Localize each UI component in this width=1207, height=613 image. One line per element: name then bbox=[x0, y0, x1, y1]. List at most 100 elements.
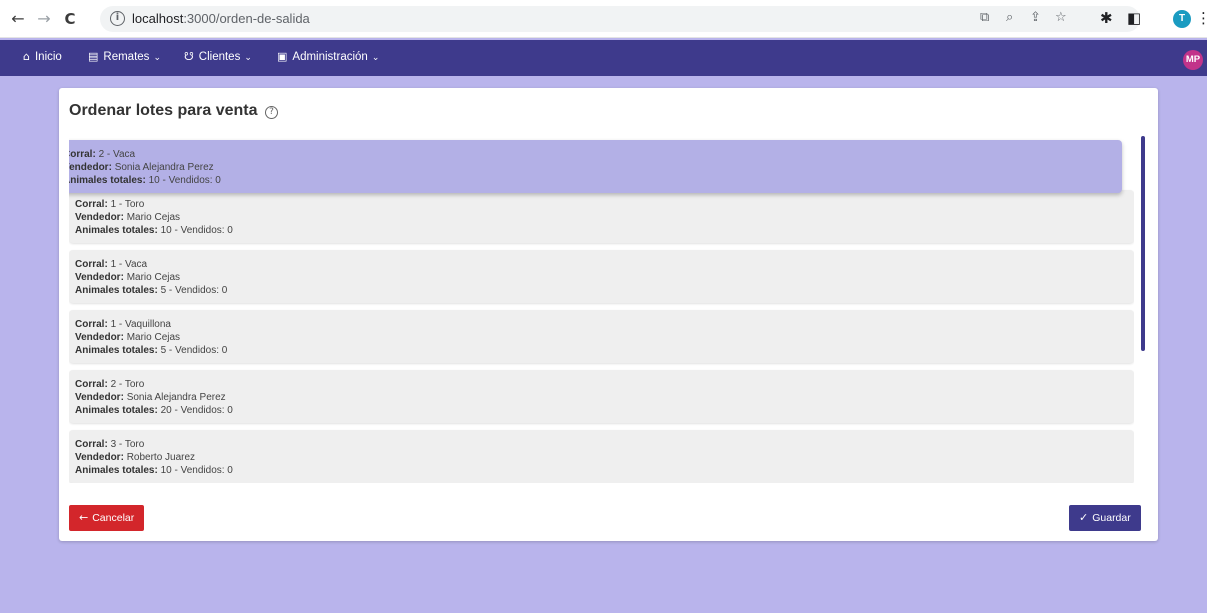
reload-icon[interactable]: C bbox=[60, 9, 80, 29]
nav-clientes[interactable]: ☋ Clientes ⌄ bbox=[184, 50, 252, 63]
browser-menu-icon[interactable]: ⋮ bbox=[1196, 9, 1207, 27]
lot-vendedor-line: Vendedor: Mario Cejas bbox=[75, 271, 1134, 284]
corral-label: Corral: bbox=[75, 439, 108, 450]
cancel-button[interactable]: ← Cancelar bbox=[69, 505, 145, 531]
share-icon[interactable]: ⇪ bbox=[1030, 10, 1041, 25]
corral-value: 2 - Vaca bbox=[98, 149, 136, 160]
nav-inicio-label: Inicio bbox=[34, 51, 62, 63]
open-in-app-icon[interactable]: ⧉ bbox=[980, 10, 989, 25]
corral-label: Corral: bbox=[75, 319, 108, 330]
animales-value: 10 - Vendidos: 0 bbox=[160, 225, 233, 236]
corral-label: Corral: bbox=[75, 199, 108, 210]
vendedor-label: Vendedor: bbox=[75, 332, 124, 343]
vendedor-value: Sonia Alejandra Perez bbox=[114, 162, 214, 173]
nav-clientes-label: Clientes bbox=[198, 51, 241, 63]
lot-corral-line: Corral: 2 - Toro bbox=[75, 378, 1134, 391]
animales-label: Animales totales: bbox=[69, 175, 146, 186]
chevron-down-icon: ⌄ bbox=[153, 53, 161, 63]
lot-item[interactable]: Corral: 3 - Toro Vendedor: Roberto Juarez… bbox=[69, 430, 1134, 483]
corral-value: 2 - Toro bbox=[110, 379, 145, 390]
forward-icon[interactable]: → bbox=[34, 9, 54, 29]
vendedor-label: Vendedor: bbox=[75, 272, 124, 283]
animales-label: Animales totales: bbox=[75, 405, 158, 416]
bookmark-star-icon[interactable]: ☆ bbox=[1055, 10, 1067, 25]
corral-value: 3 - Toro bbox=[110, 439, 145, 450]
lot-item-dragging[interactable]: Corral: 2 - VacaVendedor: Sonia Alejandr… bbox=[69, 140, 1122, 193]
save-button[interactable]: ✓ Guardar bbox=[1069, 505, 1141, 531]
animales-value: 20 - Vendidos: 0 bbox=[160, 405, 233, 416]
scrollbar-thumb[interactable] bbox=[1141, 136, 1145, 351]
vendedor-value: Mario Cejas bbox=[126, 332, 181, 343]
lot-item[interactable]: Corral: 1 - Vaquillona Vendedor: Mario Ce… bbox=[69, 310, 1134, 363]
page-title-text: Ordenar lotes para venta bbox=[69, 102, 258, 119]
user-avatar[interactable]: MP bbox=[1183, 50, 1203, 70]
corral-label: Corral: bbox=[75, 379, 108, 390]
corral-value: 1 - Vaquillona bbox=[110, 319, 171, 330]
back-icon[interactable]: ← bbox=[8, 9, 28, 29]
extensions-puzzle-icon[interactable]: ✱ bbox=[1100, 9, 1113, 27]
animales-value: 5 - Vendidos: 0 bbox=[160, 345, 228, 356]
side-panel-icon[interactable]: ◧ bbox=[1127, 9, 1141, 27]
lot-vendedor-line: Vendedor: Roberto Juarez bbox=[75, 451, 1134, 464]
lot-corral-line: Corral: 2 - Vaca bbox=[69, 148, 1122, 161]
animales-value: 10 - Vendidos: 0 bbox=[160, 465, 233, 476]
check-icon: ✓ bbox=[1079, 511, 1089, 524]
vendedor-label: Vendedor: bbox=[75, 212, 124, 223]
vendedor-value: Mario Cejas bbox=[126, 212, 181, 223]
vendedor-value: Sonia Alejandra Perez bbox=[126, 392, 226, 403]
animales-label: Animales totales: bbox=[75, 465, 158, 476]
lot-item[interactable]: Corral: 1 - Vaca Vendedor: Mario Cejas Ani… bbox=[69, 250, 1134, 303]
browser-profile-avatar[interactable]: T bbox=[1173, 10, 1191, 28]
lot-item[interactable]: Corral: 1 - Toro Vendedor: Mario Cejas Ani… bbox=[69, 190, 1134, 243]
lot-vendedor-line: Vendedor: Sonia Alejandra Perez bbox=[69, 161, 1122, 174]
order-lots-card: Ordenar lotes para venta ? Corral: 2 - V… bbox=[59, 88, 1158, 541]
lot-animales-line: Animales totales: 20 - Vendidos: 0 bbox=[75, 404, 1134, 417]
sortable-lot-list[interactable]: Corral: 2 - VacaVendedor: Sonia Alejandr… bbox=[69, 138, 1134, 483]
vendedor-label: Vendedor: bbox=[75, 392, 124, 403]
corral-value: 1 - Toro bbox=[110, 199, 145, 210]
nav-inicio[interactable]: ⌂ Inicio bbox=[23, 50, 62, 63]
lot-corral-line: Corral: 1 - Vaca bbox=[75, 258, 1134, 271]
home-icon: ⌂ bbox=[23, 50, 30, 63]
cancel-button-label: Cancelar bbox=[92, 512, 135, 524]
briefcase-icon: ▣ bbox=[277, 50, 288, 63]
lot-animales-line: Animales totales: 10 - Vendidos: 0 bbox=[75, 464, 1134, 477]
nav-administracion-label: Administración bbox=[292, 51, 368, 63]
url-host: localhost bbox=[132, 11, 184, 26]
chevron-down-icon: ⌄ bbox=[371, 53, 380, 63]
lot-corral-line: Corral: 1 - Toro bbox=[75, 198, 1134, 211]
browser-toolbar: ← → C i localhost:3000/orden-de-salida ⧉… bbox=[0, 0, 1207, 38]
url-text[interactable]: localhost:3000/orden-de-salida bbox=[132, 11, 310, 26]
animales-label: Animales totales: bbox=[75, 225, 158, 236]
lot-animales-line: Animales totales: 5 - Vendidos: 0 bbox=[75, 344, 1134, 357]
help-icon[interactable]: ? bbox=[264, 106, 278, 119]
vendedor-value: Mario Cejas bbox=[126, 272, 181, 283]
page-title: Ordenar lotes para venta ? bbox=[69, 102, 278, 120]
address-bar[interactable]: i localhost:3000/orden-de-salida ⧉ ⌕ ⇪ ☆ bbox=[100, 6, 1140, 32]
corral-value: 1 - Vaca bbox=[110, 259, 148, 270]
lot-corral-line: Corral: 3 - Toro bbox=[75, 438, 1134, 451]
site-info-icon[interactable]: i bbox=[110, 11, 125, 26]
vendedor-value: Roberto Juarez bbox=[126, 452, 196, 463]
corral-label: Corral: bbox=[75, 259, 108, 270]
arrow-left-icon: ← bbox=[79, 511, 89, 524]
save-button-label: Guardar bbox=[1092, 512, 1131, 524]
animales-value: 5 - Vendidos: 0 bbox=[160, 285, 228, 296]
zoom-icon[interactable]: ⌕ bbox=[1006, 10, 1013, 25]
url-path: :3000/orden-de-salida bbox=[183, 11, 310, 26]
lot-vendedor-line: Vendedor: Mario Cejas bbox=[75, 331, 1134, 344]
document-icon: ▤ bbox=[88, 50, 99, 63]
lot-vendedor-line: Vendedor: Sonia Alejandra Perez bbox=[75, 391, 1134, 404]
vendedor-label: Vendedor: bbox=[75, 452, 124, 463]
nav-remates[interactable]: ▤ Remates ⌄ bbox=[88, 50, 161, 63]
lot-item[interactable]: Corral: 2 - Toro Vendedor: Sonia Alejandr… bbox=[69, 370, 1134, 423]
lot-corral-line: Corral: 1 - Vaquillona bbox=[75, 318, 1134, 331]
nav-administracion[interactable]: ▣ Administración ⌄ bbox=[277, 50, 379, 63]
corral-label: Corral: bbox=[69, 149, 96, 160]
app-navbar: ⌂ Inicio ▤ Remates ⌄ ☋ Clientes ⌄ ▣ Administra… bbox=[0, 40, 1207, 76]
nav-remates-label: Remates bbox=[103, 51, 150, 63]
lot-animales-line: Animales totales: 10 - Vendidos: 0 bbox=[69, 174, 1122, 187]
lot-animales-line: Animales totales: 5 - Vendidos: 0 bbox=[75, 284, 1134, 297]
animales-label: Animales totales: bbox=[75, 345, 158, 356]
animales-value: 10 - Vendidos: 0 bbox=[148, 175, 221, 186]
